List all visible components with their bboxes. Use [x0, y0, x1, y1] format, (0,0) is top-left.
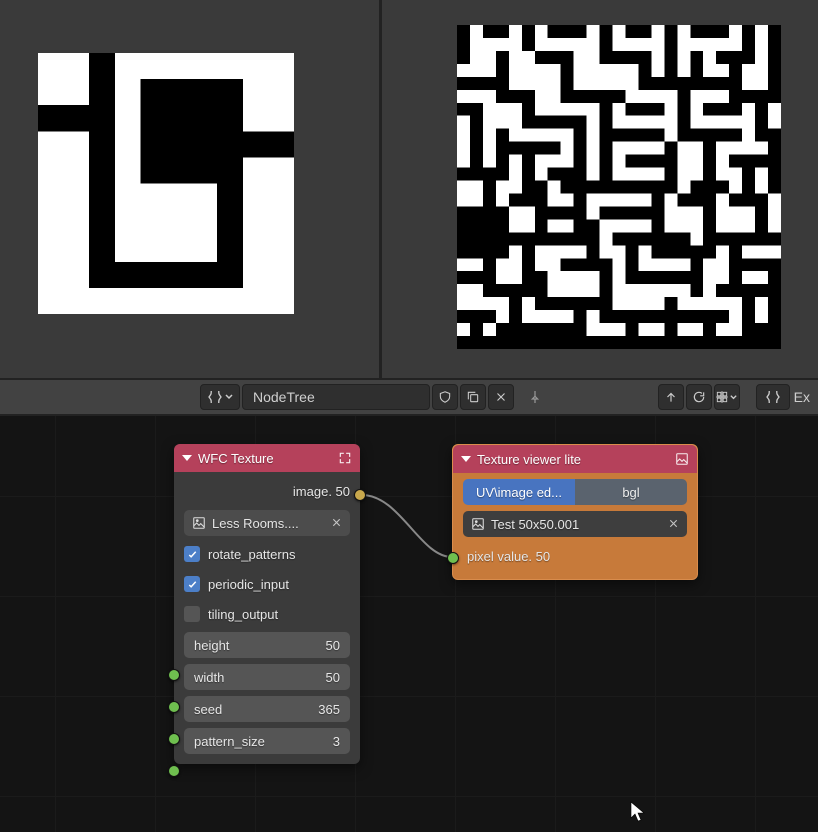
nodetree-name-field[interactable]: NodeTree	[242, 384, 430, 410]
snap-icon	[715, 390, 729, 404]
collapse-triangle-icon[interactable]	[461, 456, 471, 462]
parent-tree-button[interactable]	[658, 384, 684, 410]
tiling-output-row[interactable]: tiling_output	[184, 602, 350, 626]
periodic-input-label: periodic_input	[208, 577, 289, 592]
node-wrangler-icon	[764, 388, 782, 406]
snap-button[interactable]	[714, 384, 740, 410]
rotate-patterns-label: rotate_patterns	[208, 547, 295, 562]
node-title: Texture viewer lite	[477, 452, 581, 467]
width-field[interactable]: width 50	[184, 664, 350, 690]
source-image-field[interactable]: Less Rooms....	[184, 510, 350, 536]
copy-nodetree-button[interactable]	[460, 384, 486, 410]
refresh-icon	[692, 390, 706, 404]
arrow-up-icon	[664, 390, 678, 404]
seed-label: seed	[194, 702, 318, 717]
rotate-patterns-checkbox[interactable]	[184, 546, 200, 562]
source-image-name: Less Rooms....	[212, 516, 325, 531]
copy-icon	[466, 390, 480, 404]
clear-image-button[interactable]	[331, 516, 342, 531]
node-header[interactable]: WFC Texture	[174, 444, 360, 472]
nodetree-type-dropdown[interactable]	[200, 384, 240, 410]
seed-input-socket[interactable]	[168, 733, 180, 745]
seed-field[interactable]: seed 365	[184, 696, 350, 722]
node-wrangler-button[interactable]	[756, 384, 790, 410]
seed-value: 365	[318, 702, 340, 717]
pixel-value-input-row: pixel value. 50	[463, 543, 687, 569]
image-icon	[471, 517, 485, 531]
target-image-name: Test 50x50.001	[491, 517, 662, 532]
height-value: 50	[326, 638, 340, 653]
close-icon	[495, 391, 507, 403]
chevron-down-icon	[224, 392, 234, 402]
top-preview-panels	[0, 0, 818, 378]
output-generated-image	[457, 25, 781, 349]
mode-uv-image-button[interactable]: UV\image ed...	[463, 479, 575, 505]
chevron-down-icon	[729, 393, 738, 402]
refresh-button[interactable]	[686, 384, 712, 410]
header-right-text: Ex	[790, 389, 814, 405]
wfc-texture-node[interactable]: WFC Texture image. 50 Less Rooms.... rot…	[174, 444, 360, 764]
pixel-value-input-socket[interactable]	[447, 552, 459, 564]
pattern-size-label: pattern_size	[194, 734, 333, 749]
pattern-size-value: 3	[333, 734, 340, 749]
mode-bgl-label: bgl	[622, 485, 639, 500]
output-preview-panel[interactable]	[379, 0, 818, 378]
node-header[interactable]: Texture viewer lite	[453, 445, 697, 473]
width-label: width	[194, 670, 326, 685]
width-value: 50	[326, 670, 340, 685]
pattern-size-field[interactable]: pattern_size 3	[184, 728, 350, 754]
tiling-output-label: tiling_output	[208, 607, 278, 622]
input-preview-panel[interactable]	[0, 0, 379, 378]
height-input-socket[interactable]	[168, 669, 180, 681]
periodic-input-row[interactable]: periodic_input	[184, 572, 350, 596]
viewer-mode-segment: UV\image ed... bgl	[463, 479, 687, 505]
image-icon	[192, 516, 206, 530]
node-editor-header: NodeTree Ex	[0, 378, 818, 416]
input-tile-image	[38, 53, 294, 314]
nodetree-icon	[206, 388, 224, 406]
collapse-triangle-icon[interactable]	[182, 455, 192, 461]
node-graph-area[interactable]: WFC Texture image. 50 Less Rooms.... rot…	[0, 416, 818, 832]
width-input-socket[interactable]	[168, 701, 180, 713]
image-output-socket[interactable]	[354, 489, 366, 501]
mode-uv-image-label: UV\image ed...	[476, 485, 562, 500]
pattern-size-input-socket[interactable]	[168, 765, 180, 777]
node-title: WFC Texture	[198, 451, 274, 466]
shield-icon	[438, 390, 452, 404]
clear-target-image-button[interactable]	[668, 517, 679, 532]
image-editor-icon[interactable]	[675, 452, 689, 466]
target-image-field[interactable]: Test 50x50.001	[463, 511, 687, 537]
unlink-nodetree-button[interactable]	[488, 384, 514, 410]
mode-bgl-button[interactable]: bgl	[575, 479, 687, 505]
pin-icon	[527, 389, 543, 405]
expand-icon[interactable]	[338, 451, 352, 465]
tiling-output-checkbox[interactable]	[184, 606, 200, 622]
height-field[interactable]: height 50	[184, 632, 350, 658]
pixel-value-label: pixel value. 50	[467, 549, 550, 564]
fake-user-shield-button[interactable]	[432, 384, 458, 410]
mouse-cursor-icon	[630, 801, 648, 828]
texture-viewer-node[interactable]: Texture viewer lite UV\image ed... bgl T…	[452, 444, 698, 580]
image-output-label: image. 50	[293, 484, 350, 499]
nodetree-name-label: NodeTree	[253, 389, 315, 405]
height-label: height	[194, 638, 326, 653]
periodic-input-checkbox[interactable]	[184, 576, 200, 592]
rotate-patterns-row[interactable]: rotate_patterns	[184, 542, 350, 566]
pin-button[interactable]	[522, 384, 548, 410]
image-output-row: image. 50	[184, 478, 350, 504]
